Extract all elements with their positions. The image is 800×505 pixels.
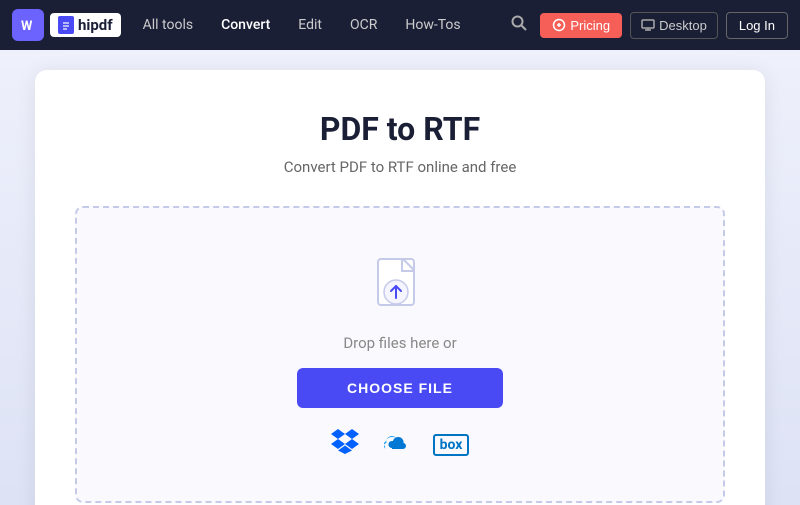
upload-icon bbox=[374, 258, 426, 318]
desktop-icon bbox=[641, 18, 655, 32]
search-icon[interactable] bbox=[506, 10, 532, 40]
onedrive-icon[interactable] bbox=[379, 431, 413, 459]
nav-howtos[interactable]: How-Tos bbox=[393, 11, 472, 39]
choose-file-button[interactable]: CHOOSE FILE bbox=[297, 368, 503, 408]
navbar: W hipdf All tools Convert Edit OCR How-T… bbox=[0, 0, 800, 50]
nav-all-tools[interactable]: All tools bbox=[131, 11, 205, 39]
drop-zone[interactable]: Drop files here or CHOOSE FILE bbox=[75, 206, 725, 503]
page-title: PDF to RTF bbox=[75, 110, 725, 148]
dropbox-icon[interactable] bbox=[331, 428, 359, 461]
page-subtitle: Convert PDF to RTF online and free bbox=[75, 158, 725, 176]
hipdf-brand-text: hipdf bbox=[78, 16, 113, 34]
nav-right: Pricing Desktop Log In bbox=[506, 10, 788, 40]
cloud-icons: box bbox=[331, 428, 470, 461]
nav-edit[interactable]: Edit bbox=[286, 11, 334, 39]
drop-text: Drop files here or bbox=[343, 334, 456, 352]
main-card: PDF to RTF Convert PDF to RTF online and… bbox=[35, 70, 765, 505]
svg-text:W: W bbox=[21, 19, 33, 34]
pricing-icon bbox=[552, 18, 566, 32]
nav-ocr[interactable]: OCR bbox=[338, 11, 389, 39]
box-icon[interactable]: box bbox=[433, 434, 470, 456]
wondershare-logo[interactable]: W bbox=[12, 9, 44, 41]
hipdf-logo[interactable]: hipdf bbox=[50, 13, 121, 37]
login-button[interactable]: Log In bbox=[726, 12, 788, 39]
hipdf-logo-icon bbox=[58, 16, 74, 34]
background-area: PDF to RTF Convert PDF to RTF online and… bbox=[0, 50, 800, 505]
nav-links: All tools Convert Edit OCR How-Tos bbox=[131, 11, 507, 39]
logo-area: W hipdf bbox=[12, 9, 121, 41]
desktop-button[interactable]: Desktop bbox=[630, 12, 718, 39]
nav-convert[interactable]: Convert bbox=[209, 11, 282, 39]
pricing-button[interactable]: Pricing bbox=[540, 13, 622, 38]
